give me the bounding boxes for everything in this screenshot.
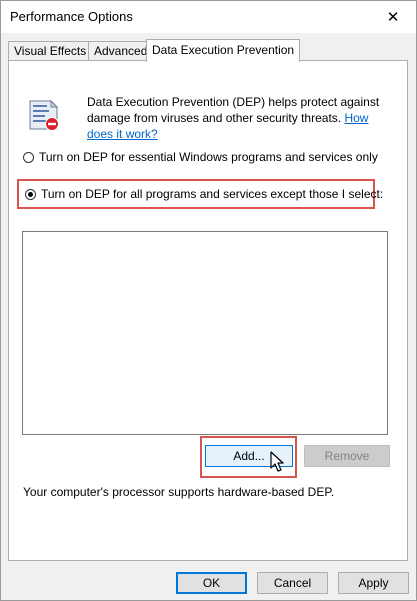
- close-button[interactable]: ✕: [370, 1, 416, 33]
- processor-support-note: Your computer's processor supports hardw…: [23, 485, 335, 499]
- mouse-pointer-icon: [270, 451, 284, 472]
- tab-data-execution-prevention[interactable]: Data Execution Prevention: [146, 39, 301, 62]
- radio-essential[interactable]: [23, 151, 34, 163]
- dep-shield-icon: [29, 99, 59, 131]
- radio-all[interactable]: [25, 188, 36, 200]
- ok-button[interactable]: OK: [176, 572, 247, 594]
- dep-description: Data Execution Prevention (DEP) helps pr…: [87, 94, 387, 142]
- dep-panel: Data Execution Prevention (DEP) helps pr…: [8, 60, 408, 561]
- cancel-button[interactable]: Cancel: [257, 572, 328, 594]
- window-title: Performance Options: [10, 9, 133, 24]
- title-bar[interactable]: Performance Options ✕: [1, 1, 416, 33]
- close-icon: ✕: [386, 9, 400, 26]
- radio-essential-row[interactable]: Turn on DEP for essential Windows progra…: [23, 150, 378, 164]
- apply-button[interactable]: Apply: [338, 572, 409, 594]
- exceptions-listbox[interactable]: [22, 231, 388, 435]
- radio-essential-label: Turn on DEP for essential Windows progra…: [39, 150, 378, 164]
- tab-visual-effects[interactable]: Visual Effects: [8, 41, 93, 60]
- remove-button[interactable]: Remove: [304, 445, 390, 467]
- performance-options-window: Performance Options ✕ Visual Effects Adv…: [0, 0, 417, 601]
- radio-all-label: Turn on DEP for all programs and service…: [41, 187, 384, 201]
- tab-advanced[interactable]: Advanced: [88, 41, 154, 60]
- radio-all-row[interactable]: Turn on DEP for all programs and service…: [25, 187, 383, 201]
- dep-description-text: Data Execution Prevention (DEP) helps pr…: [87, 95, 380, 125]
